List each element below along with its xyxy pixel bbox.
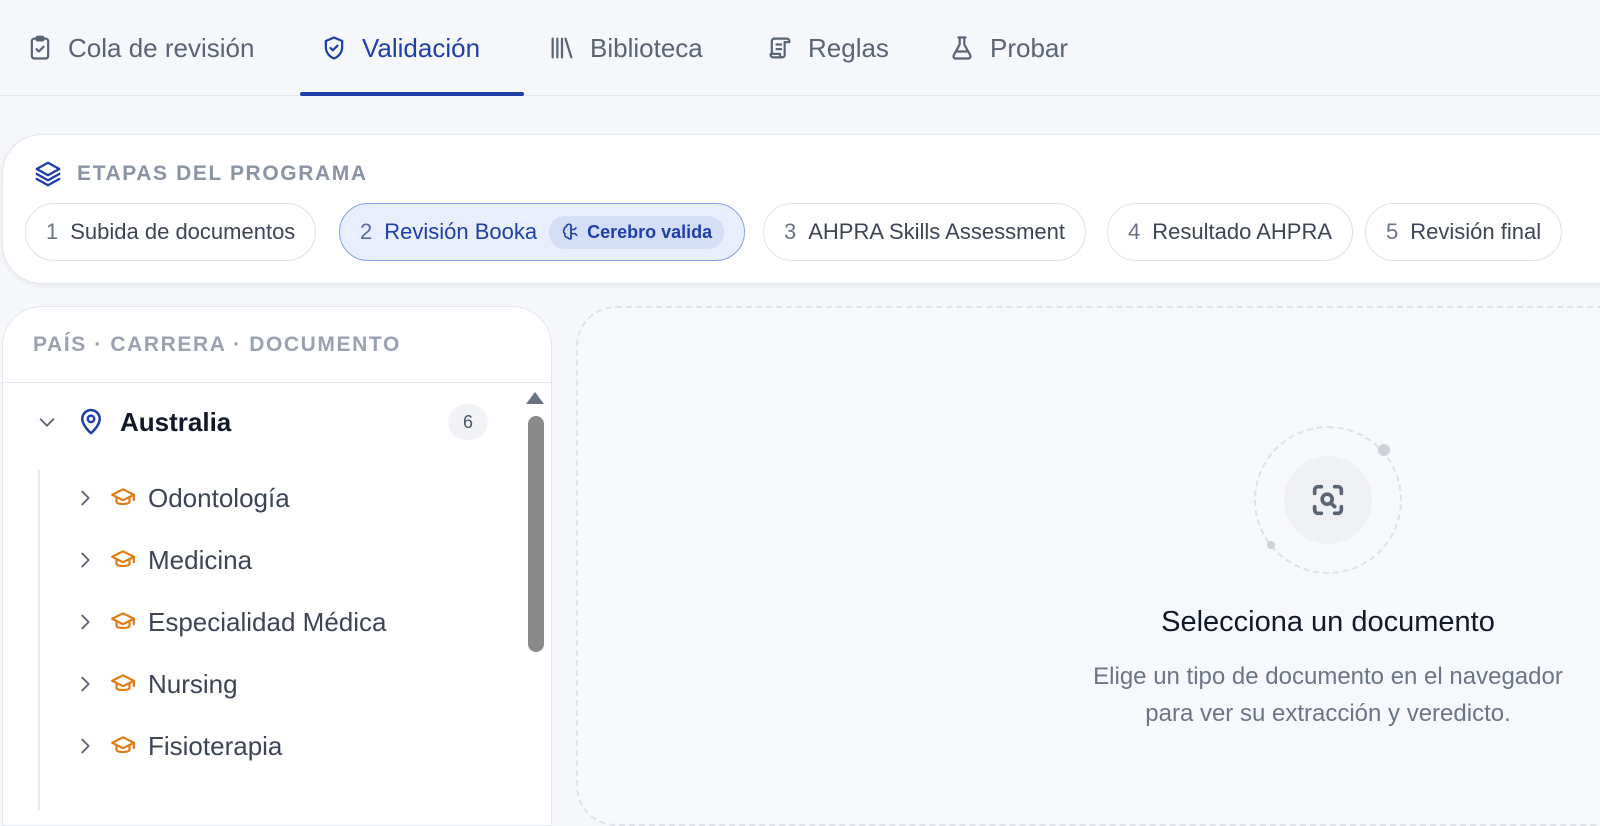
tab-label: Probar [990,32,1069,63]
tree-node-australia[interactable]: Australia [36,402,231,442]
career-label: Odontología [148,482,290,513]
tab-label: Validación [362,32,481,63]
document-count-badge: 6 [448,404,488,440]
career-label: Nursing [148,668,238,699]
scroll-icon [769,37,791,59]
orbit-dot [1378,444,1390,456]
stage-label: Resultado AHPRA [1152,219,1333,244]
shield-check-icon [324,36,344,60]
empty-state-line: para ver su extracción y veredicto. [1145,700,1511,727]
career-label: Medicina [148,544,253,575]
stages-header: ETAPAS DEL PROGRAMA [33,159,368,189]
empty-state-description: Elige un tipo de documento en el navegad… [1040,658,1600,732]
stage-label: Revisión Booka [384,219,538,244]
empty-state-title: Selecciona un documento [1161,606,1495,638]
scrollbar-thumb[interactable] [528,416,544,652]
tree-node-career[interactable]: Fisioterapia [74,726,282,766]
chevron-right-icon[interactable] [74,673,96,695]
graduation-cap-icon [111,550,135,568]
tab-review-queue[interactable]: Cola de revisión [26,0,254,96]
tree-node-career[interactable]: Especialidad Médica [74,602,386,642]
map-pin-icon [81,408,101,435]
stage-number: 4 [1128,219,1141,244]
stage-number: 5 [1386,219,1399,244]
stage-number: 1 [46,219,59,244]
tab-rules[interactable]: Reglas [766,0,889,96]
tab-validation[interactable]: Validación [320,0,480,96]
tab-test[interactable]: Probar [948,0,1068,96]
stage-label: Revisión final [1410,219,1542,244]
clipboard-check-icon [30,35,50,60]
tree-node-career[interactable]: Odontología [74,478,290,518]
stage-pill-1[interactable]: 1 Subida de documentos [25,203,317,261]
flask-icon [952,36,972,60]
brain-icon [562,223,578,240]
tree-node-career[interactable]: Nursing [74,664,238,704]
stage-label: Subida de documentos [70,219,296,244]
empty-state-line: Elige un tipo de documento en el navegad… [1093,663,1563,690]
tree-guide-line [38,470,40,810]
career-label: Fisioterapia [148,730,283,761]
graduation-cap-icon [111,674,135,692]
program-stages-card: ETAPAS DEL PROGRAMA 1 Subida de document… [2,134,1600,284]
top-navigation: Cola de revisión Validación Biblioteca R… [0,0,1600,96]
stage-pill-2[interactable]: 2 Revisión Booka Cerebro valida [339,203,746,261]
tab-label: Reglas [808,32,889,63]
graduation-cap-icon [111,736,135,754]
orbit-dot [1267,541,1275,549]
library-icon [551,37,573,59]
layers-icon [35,161,61,187]
chevron-down-icon[interactable] [36,411,58,433]
chevron-right-icon[interactable] [74,735,96,757]
tab-library[interactable]: Biblioteca [548,0,703,96]
navigator-header: PAÍS · CARRERA · DOCUMENTO [3,307,551,383]
badge-label: Cerebro valida [587,221,713,242]
chevron-right-icon[interactable] [74,549,96,571]
tree-node-career[interactable]: Medicina [74,540,252,580]
stage-pill-4[interactable]: 4 Resultado AHPRA [1107,203,1354,261]
graduation-cap-icon [111,488,135,506]
scan-search-icon [1312,484,1344,516]
stage-number: 2 [360,219,373,244]
scroll-up-arrow[interactable] [526,392,544,404]
chevron-right-icon[interactable] [74,611,96,633]
tab-label: Cola de revisión [68,32,255,63]
career-label: Especialidad Médica [148,606,387,637]
stages-title: ETAPAS DEL PROGRAMA [77,162,368,185]
stage-pill-5[interactable]: 5 Revisión final [1365,203,1563,261]
graduation-cap-icon [111,612,135,630]
document-detail-panel [576,306,1600,826]
chevron-right-icon[interactable] [74,487,96,509]
stage-number: 3 [784,219,797,244]
tab-label: Biblioteca [590,32,703,63]
brain-validates-badge: Cerebro valida [549,215,725,249]
empty-state-icon-circle [1284,456,1372,544]
active-tab-indicator [300,92,524,96]
stage-pill-3[interactable]: 3 AHPRA Skills Assessment [763,203,1086,261]
stage-label: AHPRA Skills Assessment [808,219,1065,244]
country-label: Australia [120,406,232,437]
